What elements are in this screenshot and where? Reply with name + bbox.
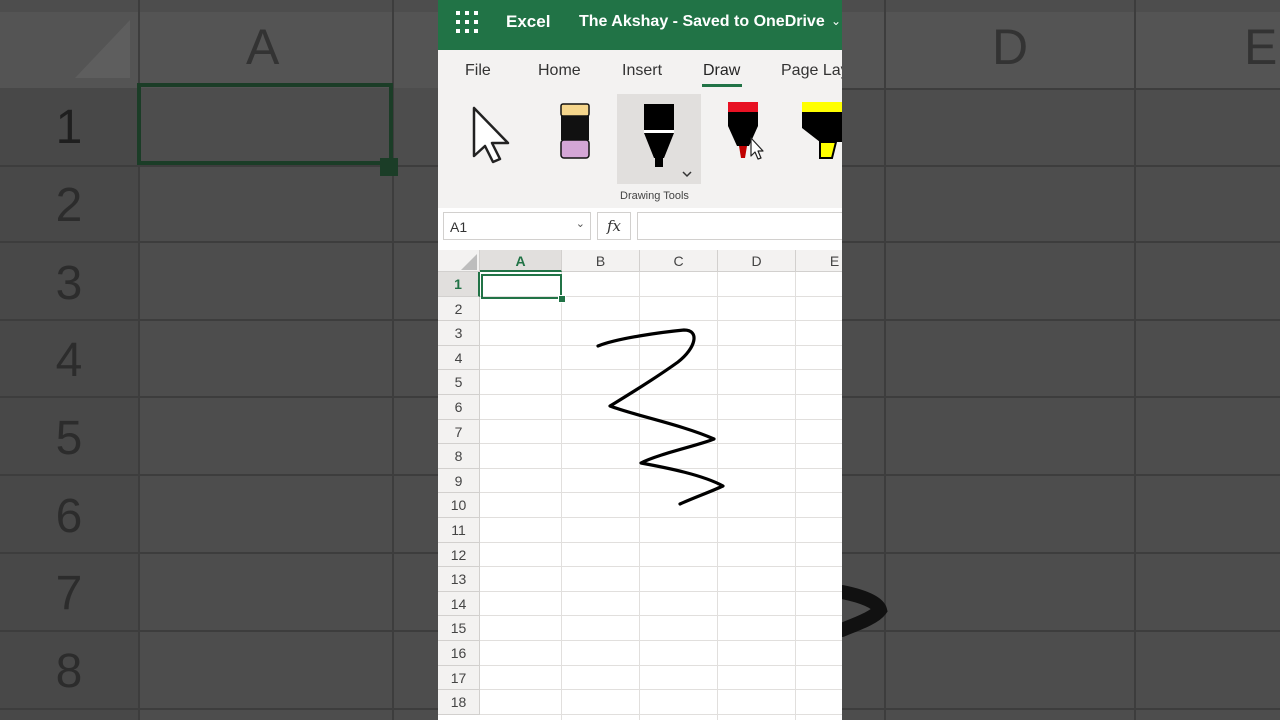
bg-column-letter-a: A — [246, 19, 280, 75]
active-tab-indicator — [702, 84, 742, 87]
ribbon-group-label: Drawing Tools — [620, 190, 689, 202]
bg-grid-line — [842, 708, 1280, 710]
bg-grid-line — [842, 319, 1280, 321]
bg-row-number: 2 — [55, 179, 83, 232]
yellow-highlighter-button[interactable] — [784, 94, 842, 184]
bg-row-number: 1 — [55, 101, 83, 154]
name-box[interactable]: A1 ⌄ — [443, 212, 591, 240]
bg-grid-line — [0, 396, 438, 398]
eraser-icon — [560, 103, 590, 159]
formula-bar: A1 ⌄ fx — [438, 208, 842, 248]
bg-row-number: 3 — [55, 257, 83, 310]
bg-grid-line — [0, 552, 438, 554]
bg-fill-handle — [380, 158, 398, 176]
bg-grid-line — [842, 396, 1280, 398]
bg-grid-line — [0, 241, 438, 243]
bg-column-header-strip — [842, 12, 1280, 88]
document-title[interactable]: The Akshay - Saved to OneDrive — [579, 13, 825, 31]
bg-grid-line — [0, 165, 438, 167]
tab-home[interactable]: Home — [538, 62, 581, 80]
bg-row-number: 4 — [55, 334, 83, 387]
bg-row-number: 6 — [55, 490, 83, 543]
bg-ink-stroke-fragment — [842, 585, 888, 637]
select-tool-button[interactable] — [452, 94, 536, 184]
bg-selected-cell — [137, 83, 393, 165]
spreadsheet-grid[interactable]: A B C D E 1 2 3 4 5 6 7 8 9 10 11 12 13 14 15 16 17 18 — [438, 250, 842, 720]
pen-icon — [644, 104, 692, 178]
background-left-panel: A 1 2 3 4 5 6 7 8 — [0, 0, 438, 720]
bg-grid-line — [842, 474, 1280, 476]
chevron-down-icon[interactable]: ⌄ — [576, 217, 585, 230]
bg-grid-line — [1134, 0, 1136, 720]
bg-column-header-strip — [0, 12, 438, 88]
bg-grid-line — [0, 708, 438, 710]
bg-corner-triangle — [75, 20, 130, 78]
ink-drawing[interactable] — [438, 250, 842, 720]
bg-grid-line — [842, 241, 1280, 243]
chevron-down-icon[interactable]: ⌄ — [831, 14, 841, 28]
insert-function-button[interactable]: fx — [597, 212, 631, 240]
eraser-tool-button[interactable] — [534, 94, 618, 184]
tab-page-layout[interactable]: Page Layout — [781, 62, 842, 80]
bg-grid-line — [0, 319, 438, 321]
bg-row-number: 7 — [55, 567, 83, 620]
bg-column-letter-d: D — [992, 19, 1029, 75]
bg-grid-line — [0, 630, 438, 632]
tab-draw[interactable]: Draw — [703, 62, 740, 80]
bg-grid-line — [842, 88, 1280, 90]
red-pen-button[interactable] — [701, 94, 785, 184]
background-right-panel: D E — [842, 0, 1280, 720]
bg-grid-line — [0, 474, 438, 476]
bg-grid-line — [842, 165, 1280, 167]
title-bar: Excel The Akshay - Saved to OneDrive ⌄ — [438, 0, 842, 50]
app-launcher-icon[interactable] — [456, 11, 478, 33]
pen-icon — [728, 102, 764, 160]
bg-row-number: 5 — [55, 412, 83, 465]
draw-ribbon: Drawing Tools — [438, 90, 842, 209]
ribbon-tabs: File Home Insert Draw Page Layout — [438, 50, 842, 90]
app-name[interactable]: Excel — [506, 12, 550, 32]
cursor-arrow-icon — [472, 106, 510, 164]
tab-file[interactable]: File — [465, 62, 491, 80]
tab-insert[interactable]: Insert — [622, 62, 662, 80]
name-box-value: A1 — [450, 219, 468, 235]
black-pen-button[interactable] — [617, 94, 701, 184]
bg-row-number: 8 — [55, 645, 83, 698]
excel-app-window: Excel The Akshay - Saved to OneDrive ⌄ F… — [438, 0, 842, 720]
bg-grid-line — [842, 552, 1280, 554]
highlighter-icon — [802, 102, 842, 159]
formula-input[interactable] — [637, 212, 842, 240]
bg-column-letter-e: E — [1244, 19, 1278, 75]
